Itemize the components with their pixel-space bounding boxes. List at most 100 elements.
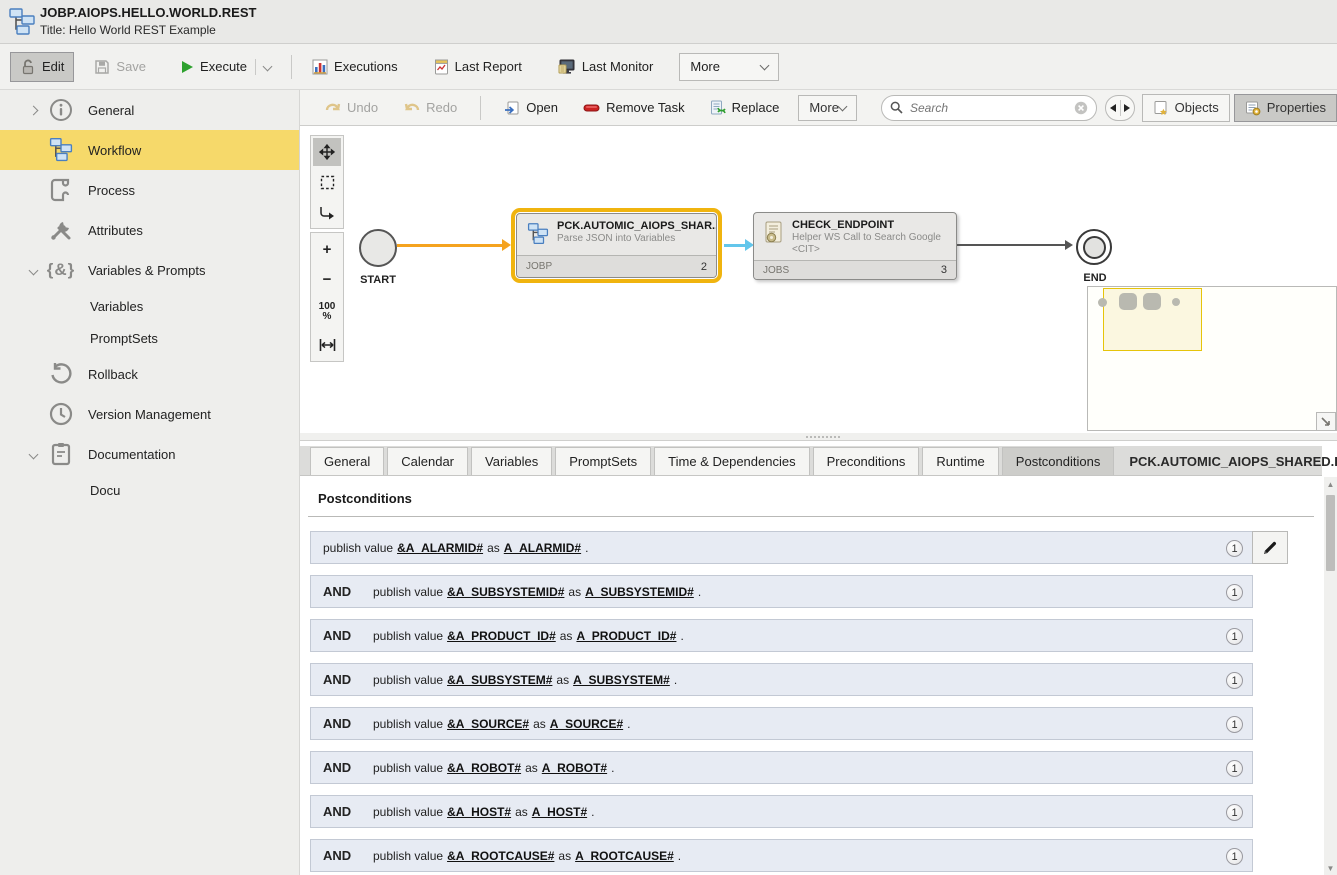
properties-panel: GeneralCalendarVariablesPromptSetsTime &… [300,441,1337,875]
source-variable-link[interactable]: &A_SOURCE# [447,717,529,731]
tab-general[interactable]: General [310,447,384,475]
zoom-in-button[interactable]: + [313,235,341,263]
search-box[interactable] [881,95,1097,121]
panel-splitter[interactable] [300,433,1337,441]
connector-tool-button[interactable] [313,198,341,226]
node-pck-automic-aiops[interactable]: PCK.AUTOMIC_AIOPS_SHAR... Parse JSON int… [516,213,717,278]
panel-scrollbar[interactable]: ▲ ▼ [1324,477,1337,875]
action-label: publish value [373,805,443,819]
pan-tool-button[interactable] [313,138,341,166]
zoom-out-button[interactable]: − [313,265,341,293]
source-variable-link[interactable]: &A_ROBOT# [447,761,521,775]
replace-button[interactable]: Replace [703,95,787,121]
fit-width-button[interactable] [313,331,341,359]
edit-row-button[interactable] [1252,531,1288,564]
edge-start-to-pck[interactable] [397,244,503,247]
object-header: JOBP.AIOPS.HELLO.WORLD.REST Title: Hello… [0,0,1337,44]
target-variable-link[interactable]: A_SUBSYSTEMID# [585,585,694,599]
edit-button[interactable]: Edit [10,52,74,82]
target-variable-link[interactable]: A_ALARMID# [504,541,581,555]
tab-runtime[interactable]: Runtime [922,447,998,475]
executions-button[interactable]: Executions [302,52,408,82]
remove-task-button[interactable]: Remove Task [576,95,692,121]
more-dropdown[interactable]: More [679,53,779,81]
row-count-badge: 1 [1226,540,1243,557]
target-variable-link[interactable]: A_SOURCE# [550,717,623,731]
postcondition-row[interactable]: ANDpublish value&A_SUBSYSTEMID#asA_SUBSY… [310,575,1253,608]
previous-result-button[interactable] [1106,95,1120,121]
row-count-badge: 1 [1226,804,1243,821]
source-variable-link[interactable]: &A_SUBSYSTEMID# [447,585,564,599]
sidebar-item-variables[interactable]: Variables [0,290,299,322]
sidebar-item-docu[interactable]: Docu [0,474,299,506]
clear-search-icon[interactable] [1074,101,1088,115]
replace-icon [710,100,726,116]
sidebar-item-promptsets[interactable]: PromptSets [0,322,299,354]
sidebar-item-rollback[interactable]: Rollback [0,354,299,394]
end-node[interactable] [1076,229,1112,265]
source-variable-link[interactable]: &A_PRODUCT_ID# [447,629,556,643]
scroll-down-icon[interactable]: ▼ [1324,861,1337,875]
open-button[interactable]: Open [497,95,565,121]
edge-check-to-end[interactable] [957,244,1067,246]
scrollbar-thumb[interactable] [1326,495,1335,571]
sidebar-item-attributes[interactable]: Attributes [0,210,299,250]
terminator-label: . [674,673,677,687]
node-check-endpoint[interactable]: CHECK_ENDPOINT Helper WS Call to Search … [753,212,957,280]
postcondition-row[interactable]: publish value&A_ALARMID#asA_ALARMID#.1 [310,531,1253,564]
postcondition-row[interactable]: ANDpublish value&A_SOURCE#asA_SOURCE#.1 [310,707,1253,740]
select-tool-button[interactable] [313,168,341,196]
sidebar-item-general[interactable]: General [0,90,299,130]
tab-time-dependencies[interactable]: Time & Dependencies [654,447,809,475]
redo-button[interactable]: Redo [397,95,464,121]
tab-calendar[interactable]: Calendar [387,447,468,475]
source-variable-link[interactable]: &A_HOST# [447,805,511,819]
postcondition-row[interactable]: ANDpublish value&A_SUBSYSTEM#asA_SUBSYST… [310,663,1253,696]
sidebar-item-workflow[interactable]: Workflow [0,130,299,170]
start-node[interactable] [359,229,397,267]
minimap[interactable] [1087,286,1337,431]
last-monitor-button[interactable]: Last Monitor [548,52,664,82]
tab-promptsets[interactable]: PromptSets [555,447,651,475]
postcondition-row[interactable]: ANDpublish value&A_PRODUCT_ID#asA_PRODUC… [310,619,1253,652]
search-input[interactable] [910,101,1067,115]
execute-dropdown-icon[interactable] [263,62,273,72]
target-variable-link[interactable]: A_ROBOT# [542,761,607,775]
target-variable-link[interactable]: A_PRODUCT_ID# [576,629,676,643]
target-variable-link[interactable]: A_SUBSYSTEM# [573,673,670,687]
source-variable-link[interactable]: &A_SUBSYSTEM# [447,673,552,687]
zoom-level[interactable]: 100 % [313,295,341,329]
tab-variables[interactable]: Variables [471,447,552,475]
document-tab[interactable]: PCK.AUTOMIC_AIOPS_SHARED.PUB.ACTIO... ✕ [1117,447,1337,475]
execute-button[interactable]: Execute [170,52,281,82]
tab-postconditions[interactable]: Postconditions [1002,447,1115,475]
conjunction-label: AND [323,672,373,687]
sidebar-item-process[interactable]: Process [0,170,299,210]
target-variable-link[interactable]: A_HOST# [532,805,587,819]
target-variable-link[interactable]: A_ROOTCAUSE# [575,849,674,863]
tab-preconditions[interactable]: Preconditions [813,447,920,475]
sidebar-item-documentation[interactable]: Documentation [0,434,299,474]
postcondition-row[interactable]: ANDpublish value&A_ROBOT#asA_ROBOT#.1 [310,751,1253,784]
objects-button[interactable]: Objects [1142,94,1230,122]
postcondition-row[interactable]: ANDpublish value&A_ROOTCAUSE#asA_ROOTCAU… [310,839,1253,872]
postcondition-row[interactable]: ANDpublish value&A_HOST#asA_HOST#.1 [310,795,1253,828]
postconditions-panel: Postconditions publish value&A_ALARMID#a… [300,476,1322,875]
end-label: END [1070,272,1120,284]
edge-pck-to-check[interactable] [724,244,746,247]
minimap-resize-handle[interactable] [1316,412,1336,431]
next-result-button[interactable] [1120,95,1134,121]
sidebar-item-variables-prompts[interactable]: {&}Variables & Prompts [0,250,299,290]
canvas-more-dropdown[interactable]: More [798,95,857,121]
last-report-button[interactable]: Last Report [424,52,532,82]
save-button[interactable]: Save [84,52,156,82]
canvas-toolbar-separator [480,96,481,120]
sidebar-item-version-management[interactable]: Version Management [0,394,299,434]
workflow-canvas[interactable]: + − 100 % START [300,126,1337,433]
source-variable-link[interactable]: &A_ALARMID# [397,541,483,555]
action-label: publish value [373,761,443,775]
scroll-up-icon[interactable]: ▲ [1324,477,1337,491]
properties-button[interactable]: Properties [1234,94,1337,122]
source-variable-link[interactable]: &A_ROOTCAUSE# [447,849,554,863]
undo-button[interactable]: Undo [318,95,385,121]
